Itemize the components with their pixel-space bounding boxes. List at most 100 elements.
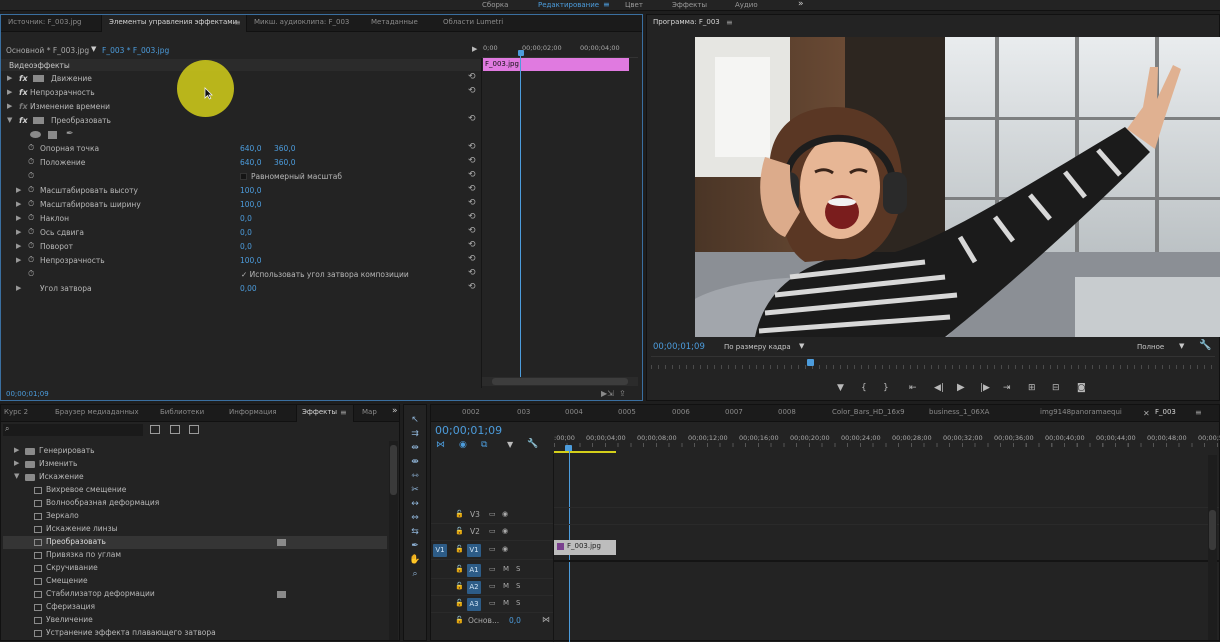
prop-value-y[interactable]: 360,0 <box>274 158 295 167</box>
tab-sequence[interactable]: 003 <box>517 408 530 416</box>
prop-value[interactable]: 100,0 <box>240 186 261 195</box>
linked-selection-icon[interactable]: ⧉ <box>481 440 487 450</box>
tree-item[interactable]: Смещение <box>3 575 387 588</box>
solo-button[interactable]: S <box>516 565 520 573</box>
effects-scrollbar[interactable] <box>389 441 398 640</box>
expand-triangle-icon[interactable]: ▶ <box>14 446 19 454</box>
stopwatch-icon[interactable]: ⏱ <box>28 241 34 251</box>
workspace-assembly[interactable]: Сборка <box>482 1 508 9</box>
expand-triangle-icon[interactable]: ▶ <box>14 459 19 467</box>
track-select-tool-icon[interactable]: ⇉ <box>408 429 422 442</box>
mute-button[interactable]: M <box>503 565 509 573</box>
pen-mask-icon[interactable]: ✒ <box>66 129 74 139</box>
lock-icon[interactable]: 🔓 <box>455 510 464 518</box>
tab-sequence-active[interactable]: F_003 <box>1155 408 1176 416</box>
eye-icon[interactable]: ◉ <box>502 527 508 535</box>
tab-sequence[interactable]: 0006 <box>672 408 690 416</box>
track-header-v2[interactable]: 🔓 V2 ▭ ◉ <box>431 524 553 541</box>
dropdown-arrow-icon[interactable]: ▼ <box>91 45 96 53</box>
tree-item[interactable]: Вихревое смещение <box>3 484 387 497</box>
reset-icon[interactable]: ⟲ <box>468 72 476 82</box>
tab-metadata[interactable]: Метаданные <box>371 18 418 26</box>
lock-icon[interactable]: 🔓 <box>455 582 464 590</box>
tab-libraries[interactable]: Библиотеки <box>160 408 204 416</box>
quality-dropdown-arrow-icon[interactable]: ▼ <box>1179 342 1184 350</box>
tab-sequence[interactable]: business_1_06XA <box>929 408 989 416</box>
reset-icon[interactable]: ⟲ <box>468 268 476 278</box>
track-header-v1[interactable]: V1 🔓 V1 ▭ ◉ <box>431 541 553 560</box>
expand-triangle-icon[interactable]: ▶ <box>16 200 21 208</box>
program-ruler[interactable] <box>651 356 1215 370</box>
stopwatch-icon[interactable]: ⏱ <box>28 171 34 181</box>
nest-toggle-icon[interactable]: ⋈ <box>436 440 445 450</box>
tree-folder-adjust[interactable]: ▶ Изменить <box>3 458 387 471</box>
effects-search-input[interactable]: ⌕ <box>3 424 143 436</box>
slip-tool-icon[interactable]: ↔ <box>408 499 422 512</box>
play-icon[interactable]: ▶ <box>957 382 965 393</box>
ec-filter-icon[interactable]: ▶⇲ <box>601 389 614 398</box>
sequence-clip-label[interactable]: F_003 * F_003.jpg <box>102 46 169 55</box>
master-volume-value[interactable]: 0,0 <box>509 616 521 625</box>
step-forward-icon[interactable]: |▶ <box>980 383 990 393</box>
prop-value[interactable]: 0,0 <box>240 228 252 237</box>
add-marker-icon[interactable]: ▼ <box>837 383 844 393</box>
workspace-editing[interactable]: Редактирование <box>538 1 599 9</box>
rate-stretch-tool-icon[interactable]: ⇿ <box>408 471 422 484</box>
zoom-tool-icon[interactable]: ⌕ <box>408 569 422 582</box>
fx-toggle-icon[interactable]: fx <box>19 88 28 97</box>
reset-icon[interactable]: ⟲ <box>468 212 476 222</box>
ellipse-mask-icon[interactable] <box>30 131 41 138</box>
tab-media-browser[interactable]: Браузер медиаданных <box>55 408 139 416</box>
workspace-effects[interactable]: Эффекты <box>672 1 707 9</box>
tree-item[interactable]: Устранение эффекта плавающего затвора <box>3 627 387 640</box>
tab-info[interactable]: Информация <box>229 408 277 416</box>
tab-sequence[interactable]: Color_Bars_HD_16x9 <box>832 408 905 416</box>
tab-course[interactable]: Курс 2 <box>4 408 28 416</box>
effects-scrollbar-thumb[interactable] <box>390 445 397 495</box>
expand-triangle-icon[interactable]: ▶ <box>16 284 21 292</box>
eye-icon[interactable]: ◉ <box>502 545 508 553</box>
fit-dropdown[interactable]: По размеру кадра <box>724 343 791 351</box>
prop-shutter-angle[interactable]: ▶ Угол затвора 0,00 ⟲ <box>1 282 477 296</box>
track-header-master[interactable]: 🔓 Основ... 0,0 ⋈ <box>431 613 553 630</box>
reset-icon[interactable]: ⟲ <box>468 282 476 292</box>
mute-button[interactable]: M <box>503 599 509 607</box>
slide-tool-alt-icon[interactable]: ⇆ <box>408 527 422 540</box>
step-back-icon[interactable]: ◀| <box>934 383 944 393</box>
yuv-effects-filter-icon[interactable] <box>189 425 199 434</box>
tab-source[interactable]: Источник: F_003.jpg <box>8 18 81 26</box>
timeline-scrollbar[interactable] <box>1208 455 1217 640</box>
tree-item[interactable]: Стабилизатор деформации <box>3 588 387 601</box>
reset-icon[interactable]: ⟲ <box>468 156 476 166</box>
play-only-clip-icon[interactable]: ▶ <box>472 45 477 53</box>
lift-icon[interactable]: ⊞ <box>1028 383 1036 393</box>
stopwatch-icon[interactable]: ⏱ <box>28 269 34 279</box>
prop-value-x[interactable]: 640,0 <box>240 144 261 153</box>
effects-menu-icon[interactable]: ≡ <box>340 408 347 417</box>
workspace-menu-icon[interactable]: ≡ <box>603 0 610 9</box>
32bit-effects-filter-icon[interactable] <box>170 425 180 434</box>
sync-lock-icon[interactable]: ▭ <box>489 545 496 553</box>
lock-icon[interactable]: 🔓 <box>455 527 464 535</box>
prop-position[interactable]: ⏱ Положение 640,0 360,0 ⟲ <box>1 156 477 170</box>
add-marker-icon[interactable]: ▼ <box>507 440 513 449</box>
track-header-a2[interactable]: 🔓 A2 ▭ M S <box>431 579 553 596</box>
sync-lock-icon[interactable]: ▭ <box>489 510 496 518</box>
tree-item[interactable]: Увеличение <box>3 614 387 627</box>
prop-rotation[interactable]: ▶ ⏱ Поворот 0,0 ⟲ <box>1 240 477 254</box>
mute-button[interactable]: M <box>503 582 509 590</box>
rectangle-mask-icon[interactable] <box>48 131 57 139</box>
reset-icon[interactable]: ⟲ <box>468 240 476 250</box>
prop-value[interactable]: 100,0 <box>240 256 261 265</box>
quality-dropdown[interactable]: Полное <box>1137 343 1164 351</box>
ec-playhead-marker[interactable] <box>518 50 524 56</box>
tab-sequence[interactable]: 0008 <box>778 408 796 416</box>
prop-value[interactable]: 0,00 <box>240 284 257 293</box>
pen-tool-icon[interactable]: ✒ <box>408 541 422 554</box>
lock-icon[interactable]: 🔓 <box>455 565 464 573</box>
prop-value-y[interactable]: 360,0 <box>274 144 295 153</box>
stopwatch-icon[interactable]: ⏱ <box>28 143 34 153</box>
workspace-color[interactable]: Цвет <box>625 1 643 9</box>
accelerated-effects-filter-icon[interactable] <box>150 425 160 434</box>
expand-triangle-icon[interactable]: ▶ <box>7 88 12 96</box>
